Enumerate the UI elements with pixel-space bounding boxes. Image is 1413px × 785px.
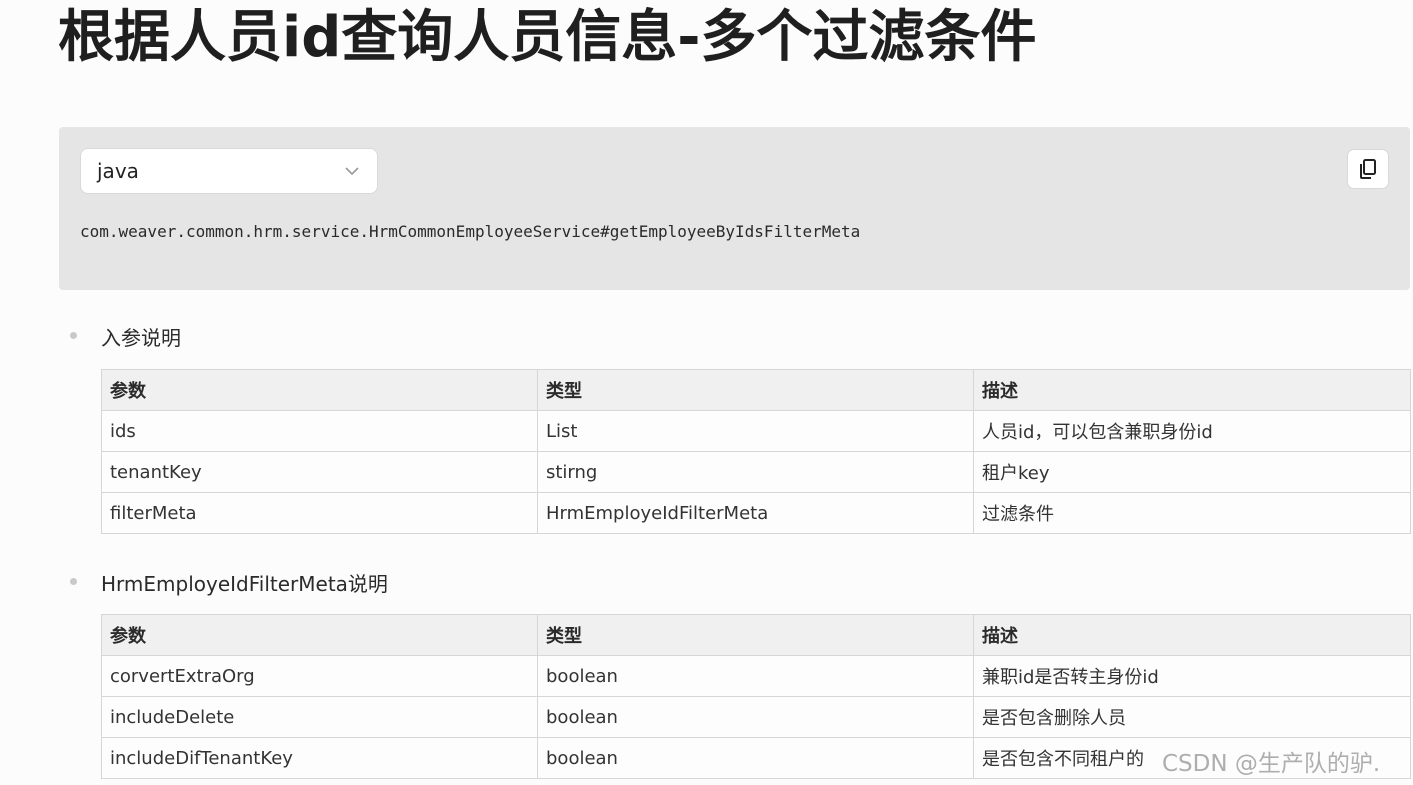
- table-cell: 是否包含删除人员: [973, 696, 1411, 738]
- doc-page: 根据人员id查询人员信息-多个过滤条件 java com.weaver.comm…: [0, 0, 1413, 785]
- list-bullet: [70, 332, 77, 339]
- column-header: 描述: [973, 369, 1411, 411]
- table-header-row: 参数 类型 描述: [101, 614, 1411, 656]
- column-header: 描述: [973, 614, 1411, 656]
- table-cell: 过滤条件: [973, 492, 1411, 534]
- copy-button[interactable]: [1347, 149, 1389, 189]
- language-select-value: java: [97, 159, 139, 183]
- watermark: CSDN @生产队的驴.: [1162, 751, 1381, 777]
- table-cell: tenantKey: [101, 451, 538, 493]
- copy-icon: [1360, 159, 1376, 179]
- table-cell: 兼职id是否转主身份id: [973, 655, 1411, 697]
- table-cell: boolean: [537, 737, 974, 779]
- language-select[interactable]: java: [80, 148, 378, 194]
- table-cell: corvertExtraOrg: [101, 655, 538, 697]
- table-row: corvertExtraOrg boolean 兼职id是否转主身份id: [101, 655, 1411, 697]
- section-label-filter-meta: HrmEmployeIdFilterMeta说明: [101, 572, 388, 596]
- table-cell: ids: [101, 410, 538, 452]
- table-cell: boolean: [537, 655, 974, 697]
- table-cell: boolean: [537, 696, 974, 738]
- table-cell: 人员id，可以包含兼职身份id: [973, 410, 1411, 452]
- table-row: filterMeta HrmEmployeIdFilterMeta 过滤条件: [101, 492, 1411, 534]
- column-header: 类型: [537, 369, 974, 411]
- column-header: 参数: [101, 369, 538, 411]
- chevron-down-icon: [345, 167, 359, 176]
- code-block: java com.weaver.common.hrm.service.HrmCo…: [59, 127, 1410, 290]
- code-line: com.weaver.common.hrm.service.HrmCommonE…: [80, 222, 861, 241]
- table-cell: includeDelete: [101, 696, 538, 738]
- section-label-params: 入参说明: [101, 326, 181, 350]
- table-cell: List: [537, 410, 974, 452]
- params-table: 参数 类型 描述 ids List 人员id，可以包含兼职身份id tenant…: [101, 369, 1411, 534]
- list-bullet: [70, 578, 77, 585]
- page-title: 根据人员id查询人员信息-多个过滤条件: [58, 5, 1037, 70]
- table-cell: stirng: [537, 451, 974, 493]
- table-cell: HrmEmployeIdFilterMeta: [537, 492, 974, 534]
- table-cell: 租户key: [973, 451, 1411, 493]
- column-header: 参数: [101, 614, 538, 656]
- column-header: 类型: [537, 614, 974, 656]
- table-row: tenantKey stirng 租户key: [101, 451, 1411, 493]
- table-cell: includeDifTenantKey: [101, 737, 538, 779]
- table-cell: filterMeta: [101, 492, 538, 534]
- table-row: includeDelete boolean 是否包含删除人员: [101, 696, 1411, 738]
- table-row: ids List 人员id，可以包含兼职身份id: [101, 410, 1411, 452]
- table-header-row: 参数 类型 描述: [101, 369, 1411, 411]
